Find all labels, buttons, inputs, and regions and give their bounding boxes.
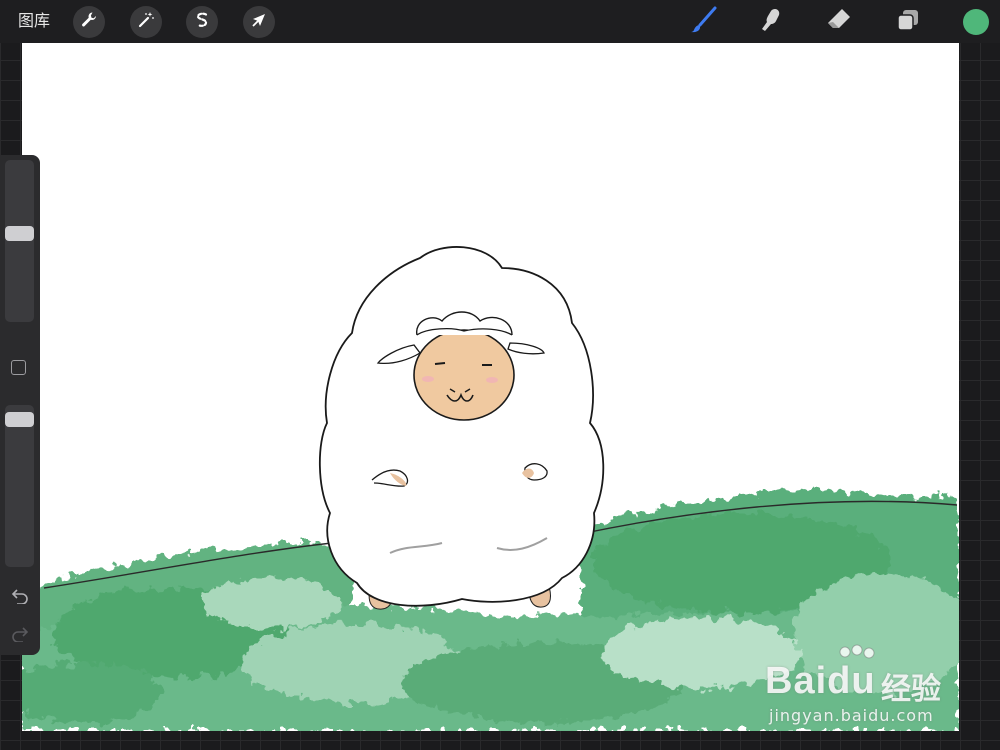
drawing-canvas[interactable]: [22, 43, 959, 731]
watermark-url: jingyan.baidu.com: [769, 706, 934, 725]
watermark-brand: Baidu: [765, 660, 876, 702]
eraser-tool[interactable]: [824, 7, 854, 37]
transform-button[interactable]: [243, 6, 275, 38]
adjustments-button[interactable]: [130, 6, 162, 38]
opacity-knob[interactable]: [5, 412, 34, 428]
modify-button[interactable]: [11, 360, 26, 375]
selection-button[interactable]: [186, 6, 218, 38]
redo-icon: [11, 626, 29, 646]
procreate-app: 图库 Baidu 经验 jingyan.baidu.com: [0, 0, 1000, 750]
brush-icon: [688, 5, 718, 39]
redo-button[interactable]: [9, 625, 31, 647]
arrow-cursor-icon: [250, 11, 268, 33]
top-toolbar: 图库: [0, 0, 1000, 43]
selection-s-icon: [193, 11, 211, 33]
brush-tool[interactable]: [688, 5, 718, 39]
undo-button[interactable]: [9, 587, 31, 609]
brush-size-knob[interactable]: [5, 226, 34, 242]
left-sidebar: [0, 155, 40, 655]
sheep-on-grass-drawing: [22, 246, 959, 731]
undo-icon: [11, 588, 29, 608]
eraser-icon: [825, 6, 853, 38]
magic-wand-icon: [137, 11, 155, 33]
layers-tool[interactable]: [893, 7, 923, 37]
wrench-icon: [80, 11, 98, 33]
gallery-button[interactable]: 图库: [18, 11, 50, 31]
color-picker-swatch[interactable]: [963, 9, 989, 35]
smudge-tool[interactable]: [756, 7, 786, 37]
layers-icon: [895, 7, 921, 37]
brush-size-slider[interactable]: [5, 160, 34, 322]
watermark-cn: 经验: [881, 672, 941, 707]
opacity-slider[interactable]: [5, 405, 34, 567]
smudge-finger-icon: [757, 6, 785, 38]
baidu-watermark: Baidu 经验 jingyan.baidu.com: [765, 640, 955, 730]
actions-button[interactable]: [73, 6, 105, 38]
